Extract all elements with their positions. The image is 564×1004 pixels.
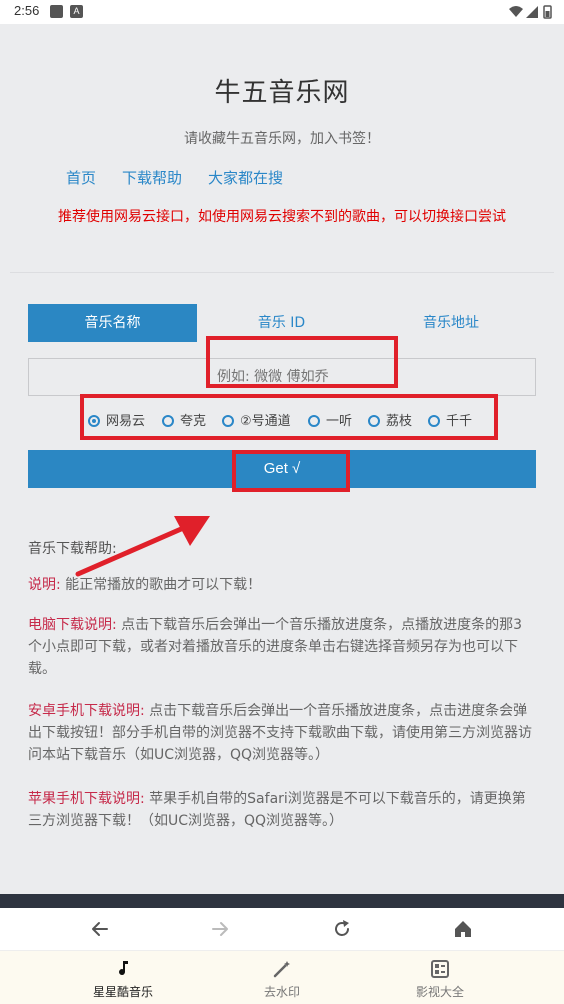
page-content: 牛五音乐网 请收藏牛五音乐网，加入书签！ 首页 下载帮助 大家都在搜 推荐使用网易云…	[0, 24, 564, 894]
help-item-text: 能正常播放的歌曲才可以下载！	[65, 577, 262, 593]
nav-links: 首页 下载帮助 大家都在搜	[66, 167, 309, 188]
status-time: 2:56	[14, 3, 40, 18]
bottom-nav-label: 影视大全	[415, 985, 464, 999]
site-subtitle: 请收藏牛五音乐网，加入书签！	[184, 131, 380, 147]
status-icons	[509, 5, 552, 19]
signal-icon	[526, 6, 538, 18]
home-icon[interactable]	[452, 918, 474, 940]
highlight-box-input	[206, 336, 398, 388]
help-item: 说明: 能正常播放的歌曲才可以下载！	[28, 574, 536, 596]
page-footer-bar	[0, 894, 564, 908]
help-item-label: 说明:	[28, 577, 61, 593]
bottom-nav-movies[interactable]: 影视大全	[380, 951, 500, 1004]
bottom-nav-label: 去水印	[263, 985, 300, 999]
bottom-nav-watermark[interactable]: 去水印	[222, 951, 342, 1004]
wifi-icon	[509, 6, 523, 17]
divider	[10, 272, 554, 273]
bottom-nav-label: 星星酷音乐	[92, 985, 153, 999]
browser-toolbar	[0, 908, 564, 950]
magic-wand-icon	[273, 961, 290, 978]
app-notification-icon: A	[70, 5, 83, 18]
tab-music-name[interactable]: 音乐名称	[28, 304, 197, 342]
highlight-box-get	[232, 450, 350, 492]
bottom-nav-music[interactable]: 星星酷音乐	[63, 951, 183, 1004]
music-note-icon	[119, 961, 128, 976]
notification-icon	[50, 5, 63, 18]
site-title: 牛五音乐网	[214, 78, 350, 108]
status-bar: 2:56 A	[0, 0, 564, 24]
help-title: 音乐下载帮助:	[28, 541, 117, 557]
help-item-label: 电脑下载说明:	[28, 617, 117, 633]
refresh-icon[interactable]	[331, 918, 353, 940]
nav-link-download-help[interactable]: 下载帮助	[122, 169, 182, 187]
help-item-label: 安卓手机下载说明:	[28, 703, 145, 719]
help-item: 苹果手机下载说明: 苹果手机自带的Safari浏览器是不可以下载音乐的，请更换第…	[28, 788, 536, 832]
help-item-label: 苹果手机下载说明:	[28, 791, 145, 807]
nav-link-home[interactable]: 首页	[66, 169, 96, 187]
bottom-nav: 星星酷音乐 去水印 影视大全	[0, 950, 564, 1004]
list-card-icon	[431, 960, 449, 978]
forward-arrow-icon[interactable]	[209, 918, 231, 940]
back-arrow-icon[interactable]	[89, 918, 111, 940]
notice-text: 推荐使用网易云接口，如使用网易云搜索不到的歌曲，可以切换接口尝试	[58, 209, 506, 225]
highlight-box-sources	[80, 394, 498, 440]
nav-link-popular-search[interactable]: 大家都在搜	[208, 169, 283, 187]
help-item: 电脑下载说明: 点击下载音乐后会弹出一个音乐播放进度条，点播放进度条的那3个小点…	[28, 614, 536, 680]
help-item: 安卓手机下载说明: 点击下载音乐后会弹出一个音乐播放进度条，点击进度条会弹出下载…	[28, 700, 536, 766]
